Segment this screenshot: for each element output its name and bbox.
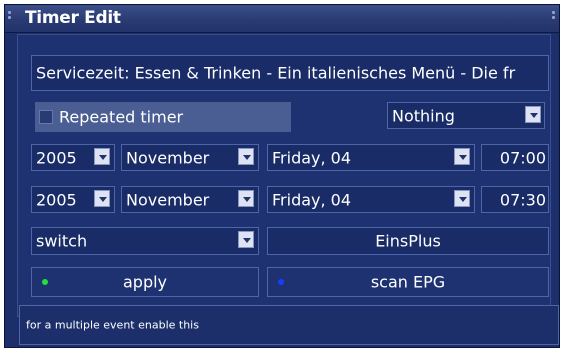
end-year-value: 2005 xyxy=(36,190,77,209)
end-time-field[interactable]: 07:30 xyxy=(481,186,549,213)
chevron-down-icon[interactable] xyxy=(94,190,110,207)
end-month-dropdown[interactable]: November xyxy=(121,186,259,213)
start-time-field[interactable]: 07:00 xyxy=(481,144,549,171)
apply-button[interactable]: apply xyxy=(31,267,259,297)
scan-epg-label: scan EPG xyxy=(370,272,446,292)
repeated-timer-checkbox[interactable] xyxy=(39,110,53,124)
chevron-down-icon[interactable] xyxy=(454,190,470,207)
event-title-field[interactable]: Servicezeit: Essen & Trinken - Ein itali… xyxy=(31,55,549,91)
start-month-dropdown[interactable]: November xyxy=(121,144,259,171)
grip-dots-icon xyxy=(8,11,12,25)
timer-type-dropdown[interactable]: switch xyxy=(31,227,259,255)
end-month-value: November xyxy=(126,190,210,209)
repeated-timer-label: Repeated timer xyxy=(59,107,184,127)
end-day-value: Friday, 04 xyxy=(272,190,352,209)
after-action-dropdown[interactable]: Nothing xyxy=(387,102,545,129)
channel-button[interactable]: EinsPlus xyxy=(267,227,549,255)
end-day-dropdown[interactable]: Friday, 04 xyxy=(267,186,475,213)
status-text: for a multiple event enable this xyxy=(26,318,199,332)
start-month-value: November xyxy=(126,148,210,167)
after-action-value: Nothing xyxy=(392,106,455,125)
timer-type-value: switch xyxy=(36,231,88,251)
chevron-down-icon[interactable] xyxy=(238,231,254,248)
chevron-down-icon[interactable] xyxy=(238,190,254,207)
window-title: Timer Edit xyxy=(25,8,121,28)
start-day-value: Friday, 04 xyxy=(272,148,352,167)
start-day-dropdown[interactable]: Friday, 04 xyxy=(267,144,475,171)
grip-dots-icon xyxy=(552,11,556,25)
channel-name: EinsPlus xyxy=(375,231,441,251)
chevron-down-icon[interactable] xyxy=(94,148,110,165)
status-bar: for a multiple event enable this xyxy=(19,305,559,345)
start-time-value: 07:00 xyxy=(499,148,546,167)
event-title-text: Servicezeit: Essen & Trinken - Ein itali… xyxy=(36,63,516,83)
repeated-timer-checkbox-row[interactable]: Repeated timer xyxy=(35,102,291,132)
chevron-down-icon[interactable] xyxy=(454,148,470,165)
start-year-dropdown[interactable]: 2005 xyxy=(31,144,115,171)
end-time-value: 07:30 xyxy=(499,190,546,209)
start-year-value: 2005 xyxy=(36,148,77,167)
chevron-down-icon[interactable] xyxy=(238,148,254,165)
timer-edit-window: Timer Edit Servicezeit: Essen & Trinken … xyxy=(4,4,560,348)
chevron-down-icon[interactable] xyxy=(525,106,541,123)
scan-epg-button[interactable]: scan EPG xyxy=(267,267,549,297)
apply-label: apply xyxy=(122,272,168,292)
title-bar[interactable]: Timer Edit xyxy=(5,5,559,33)
end-year-dropdown[interactable]: 2005 xyxy=(31,186,115,213)
